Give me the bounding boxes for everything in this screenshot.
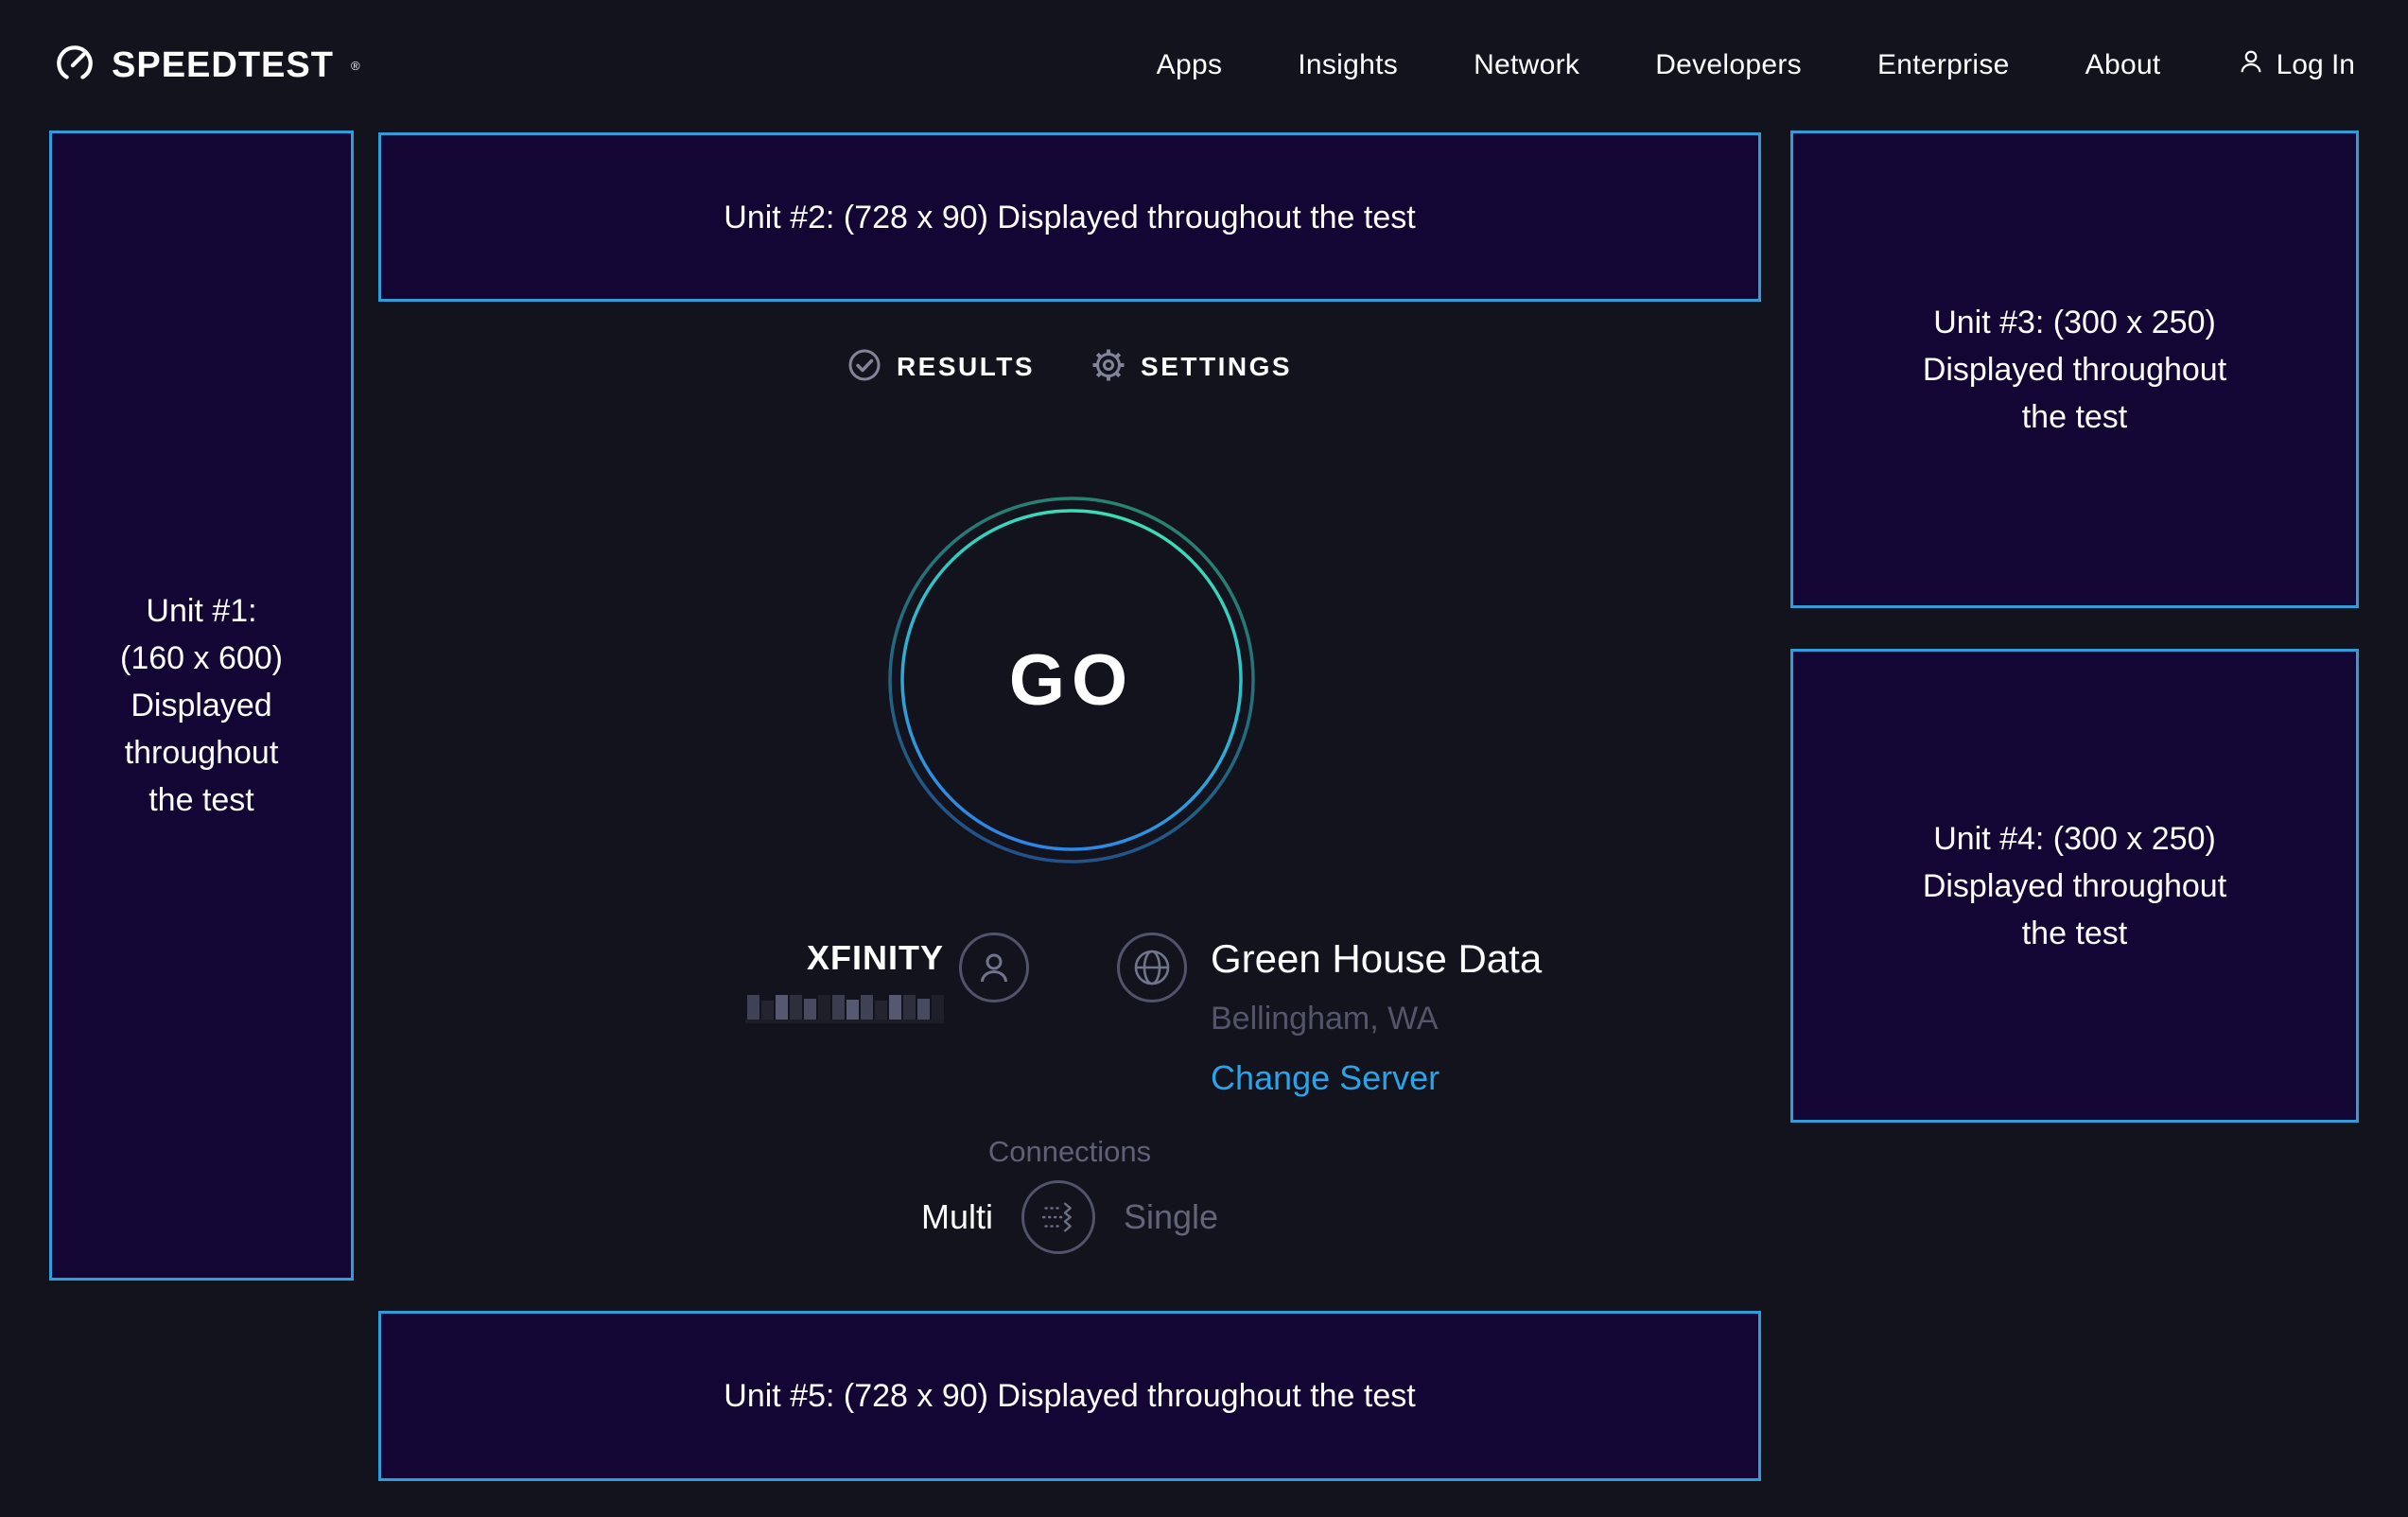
ip-address-redacted [745, 995, 944, 1023]
trademark-symbol: ® [351, 59, 360, 73]
ad-text-line: Unit #4: (300 x 250) [1933, 815, 2216, 863]
ad-text-line: the test [2022, 910, 2128, 957]
ad-text-line: throughout [125, 729, 279, 776]
ad-text-line: the test [2022, 393, 2128, 441]
server-location: Bellingham, WA [1211, 1001, 1542, 1037]
connections-single-option[interactable]: Single [1124, 1197, 1218, 1237]
login-user-icon [2237, 47, 2265, 83]
ad-unit-1-skyscraper[interactable]: Unit #1: (160 x 600) Displayed throughou… [49, 131, 354, 1281]
ad-text-line: Unit #3: (300 x 250) [1933, 299, 2216, 346]
ad-unit-5-leaderboard[interactable]: Unit #5: (728 x 90) Displayed throughout… [378, 1311, 1761, 1481]
speedometer-icon [53, 42, 96, 90]
ad-text-line: Displayed throughout [1923, 863, 2226, 910]
server-name: Green House Data [1211, 936, 1542, 982]
ad-text-line: the test [148, 776, 254, 824]
login-button[interactable]: Log In [2237, 47, 2355, 83]
tab-results-label: RESULTS [897, 352, 1035, 382]
ad-text-line: (160 x 600) [120, 635, 283, 682]
nav-item-enterprise[interactable]: Enterprise [1877, 49, 2010, 81]
ad-text-line: Unit #2: (728 x 90) Displayed throughout… [724, 194, 1415, 241]
ad-unit-3-rectangle[interactable]: Unit #3: (300 x 250) Displayed throughou… [1790, 131, 2359, 608]
ad-text-line: Unit #1: [146, 587, 256, 635]
nav-item-insights[interactable]: Insights [1298, 49, 1398, 81]
nav-item-about[interactable]: About [2085, 49, 2161, 81]
brand-name: SPEEDTEST [112, 45, 334, 86]
main-nav: Apps Insights Network Developers Enterpr… [1157, 47, 2355, 83]
speedtest-page: SPEEDTEST ® Apps Insights Network Develop… [0, 0, 2408, 1517]
go-button[interactable]: GO [887, 496, 1256, 864]
connections-toggle-icon[interactable] [1021, 1180, 1095, 1254]
isp-user-icon[interactable] [959, 933, 1029, 1003]
check-circle-icon [847, 348, 881, 387]
change-server-link[interactable]: Change Server [1211, 1058, 1542, 1098]
tab-settings[interactable]: SETTINGS [1091, 348, 1292, 387]
speedtest-logo[interactable]: SPEEDTEST ® [53, 42, 360, 90]
tab-settings-label: SETTINGS [1141, 352, 1292, 382]
gear-icon [1091, 348, 1125, 387]
login-label: Log In [2277, 49, 2355, 81]
connections-toggle-row: Multi Single [378, 1180, 1761, 1254]
isp-name: XFINITY [707, 938, 944, 978]
connections-label: Connections [378, 1135, 1761, 1169]
tab-results[interactable]: RESULTS [847, 348, 1035, 387]
results-settings-tabs: RESULTS [378, 346, 1761, 388]
nav-item-apps[interactable]: Apps [1157, 49, 1223, 81]
server-info: Green House Data Bellingham, WA Change S… [1211, 936, 1542, 1098]
go-button-label: GO [887, 496, 1256, 864]
globe-icon[interactable] [1117, 933, 1187, 1003]
ad-unit-4-rectangle[interactable]: Unit #4: (300 x 250) Displayed throughou… [1790, 649, 2359, 1123]
client-info: XFINITY [707, 938, 944, 1024]
ad-text-line: Displayed throughout [1923, 346, 2226, 393]
nav-item-developers[interactable]: Developers [1655, 49, 1802, 81]
nav-item-network[interactable]: Network [1474, 49, 1579, 81]
ad-unit-2-leaderboard[interactable]: Unit #2: (728 x 90) Displayed throughout… [378, 132, 1761, 302]
ad-text-line: Unit #5: (728 x 90) Displayed throughout… [724, 1372, 1415, 1420]
ad-text-line: Displayed [131, 682, 271, 729]
top-nav-bar: SPEEDTEST ® Apps Insights Network Develop… [0, 0, 2408, 131]
connections-multi-option[interactable]: Multi [921, 1197, 993, 1237]
